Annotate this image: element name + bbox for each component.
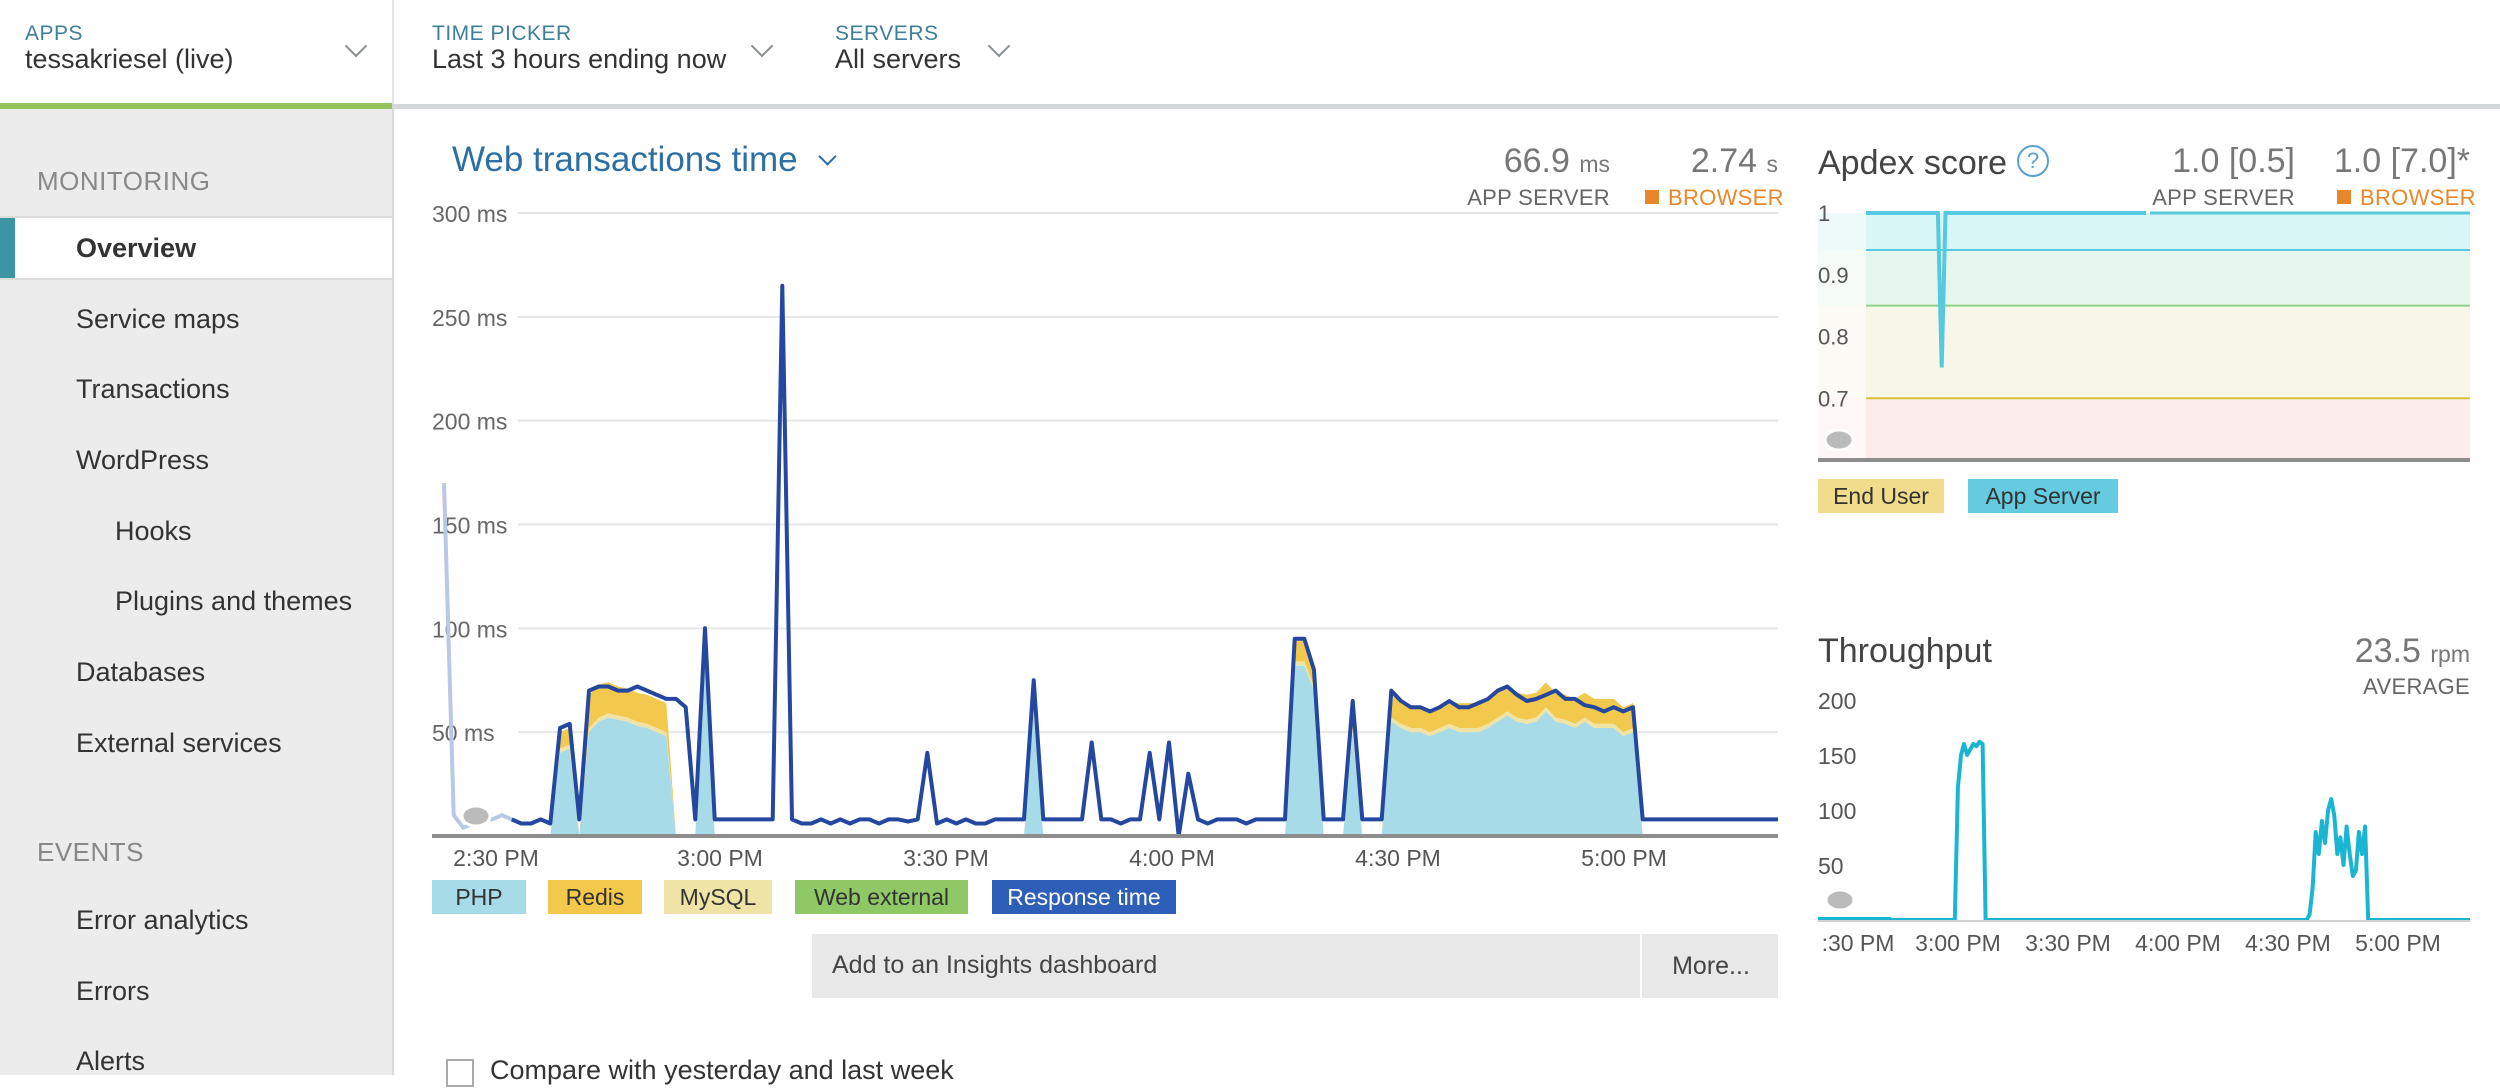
- legend-redis[interactable]: Redis: [548, 880, 642, 914]
- legend-response-time[interactable]: Response time: [992, 880, 1176, 914]
- apdex-title: Apdex score: [1818, 144, 2007, 182]
- legend-web-external[interactable]: Web external: [795, 880, 968, 914]
- compare-checkbox[interactable]: [446, 1059, 474, 1087]
- apdex-browser-label: BROWSER: [2337, 185, 2476, 211]
- compare-label: Compare with yesterday and last week: [490, 1055, 954, 1085]
- series-line-throughput: [1818, 739, 2470, 922]
- x-tick-label: 3:00 PM: [677, 845, 763, 871]
- more-button[interactable]: More...: [1640, 934, 1780, 998]
- throughput-average-label: AVERAGE: [2363, 674, 2470, 699]
- x-tick-label: :30 PM: [1822, 930, 1895, 956]
- insights-bar: Add to an Insights dashboard More...: [812, 934, 1778, 998]
- x-tick-label: 4:30 PM: [2245, 930, 2331, 956]
- legend-app-server[interactable]: App Server: [1968, 479, 2118, 513]
- x-tick-label: 2:30 PM: [453, 845, 539, 871]
- x-tick-label: 4:00 PM: [1129, 845, 1215, 871]
- y-tick-label: 0.9: [1818, 263, 1849, 288]
- add-to-insights-button[interactable]: Add to an Insights dashboard: [832, 951, 1157, 980]
- range-handle-icon: [460, 804, 492, 828]
- x-tick-label: 4:30 PM: [1355, 845, 1441, 871]
- legend-php[interactable]: PHP: [432, 880, 526, 914]
- range-handle-icon: [1823, 428, 1855, 452]
- y-tick-label: 200 ms: [432, 409, 507, 435]
- y-tick-label: 50: [1818, 853, 1844, 879]
- apdex-browser-value: 1.0 [7.0]*: [2333, 142, 2470, 180]
- legend-mysql[interactable]: MySQL: [664, 880, 772, 914]
- x-tick-label: 3:30 PM: [2025, 930, 2111, 956]
- apdex-app-server-value: 1.0 [0.5]: [2172, 142, 2295, 180]
- apdex-zone-good: [1818, 250, 2470, 306]
- throughput-value: 23.5 rpm: [2300, 632, 2470, 671]
- range-handle-icon: [1824, 888, 1856, 912]
- throughput-number: 23.5: [2354, 632, 2421, 670]
- apdex-app-server-label: APP SERVER: [2152, 185, 2295, 210]
- legend-end-user[interactable]: End User: [1818, 479, 1944, 513]
- apdex-zone-fair: [1818, 305, 2470, 399]
- throughput-title: Throughput: [1818, 632, 1992, 670]
- y-tick-label: 0.7: [1818, 386, 1849, 411]
- throughput-unit: rpm: [2430, 641, 2470, 667]
- x-tick-label: 3:00 PM: [1915, 930, 2001, 956]
- y-tick-label: 200: [1818, 688, 1856, 714]
- x-tick-label: 5:00 PM: [1581, 845, 1667, 871]
- x-tick-label: 4:00 PM: [2135, 930, 2221, 956]
- y-tick-label: 150: [1818, 743, 1856, 769]
- y-tick-label: 50 ms: [432, 720, 495, 746]
- y-tick-label: 1: [1818, 201, 1830, 226]
- y-tick-label: 250 ms: [432, 305, 507, 331]
- y-tick-label: 100 ms: [432, 616, 507, 642]
- question-icon[interactable]: ?: [2017, 145, 2049, 177]
- y-tick-label: 0.8: [1818, 325, 1849, 350]
- y-tick-label: 300 ms: [432, 201, 507, 227]
- apdex-zone-excellent: [1818, 213, 2470, 251]
- x-tick-label: 3:30 PM: [903, 845, 989, 871]
- x-tick-label: 5:00 PM: [2355, 930, 2441, 956]
- y-tick-label: 100: [1818, 798, 1856, 824]
- series-area-php: [444, 653, 1778, 836]
- apdex-zone-poor: [1818, 398, 2470, 460]
